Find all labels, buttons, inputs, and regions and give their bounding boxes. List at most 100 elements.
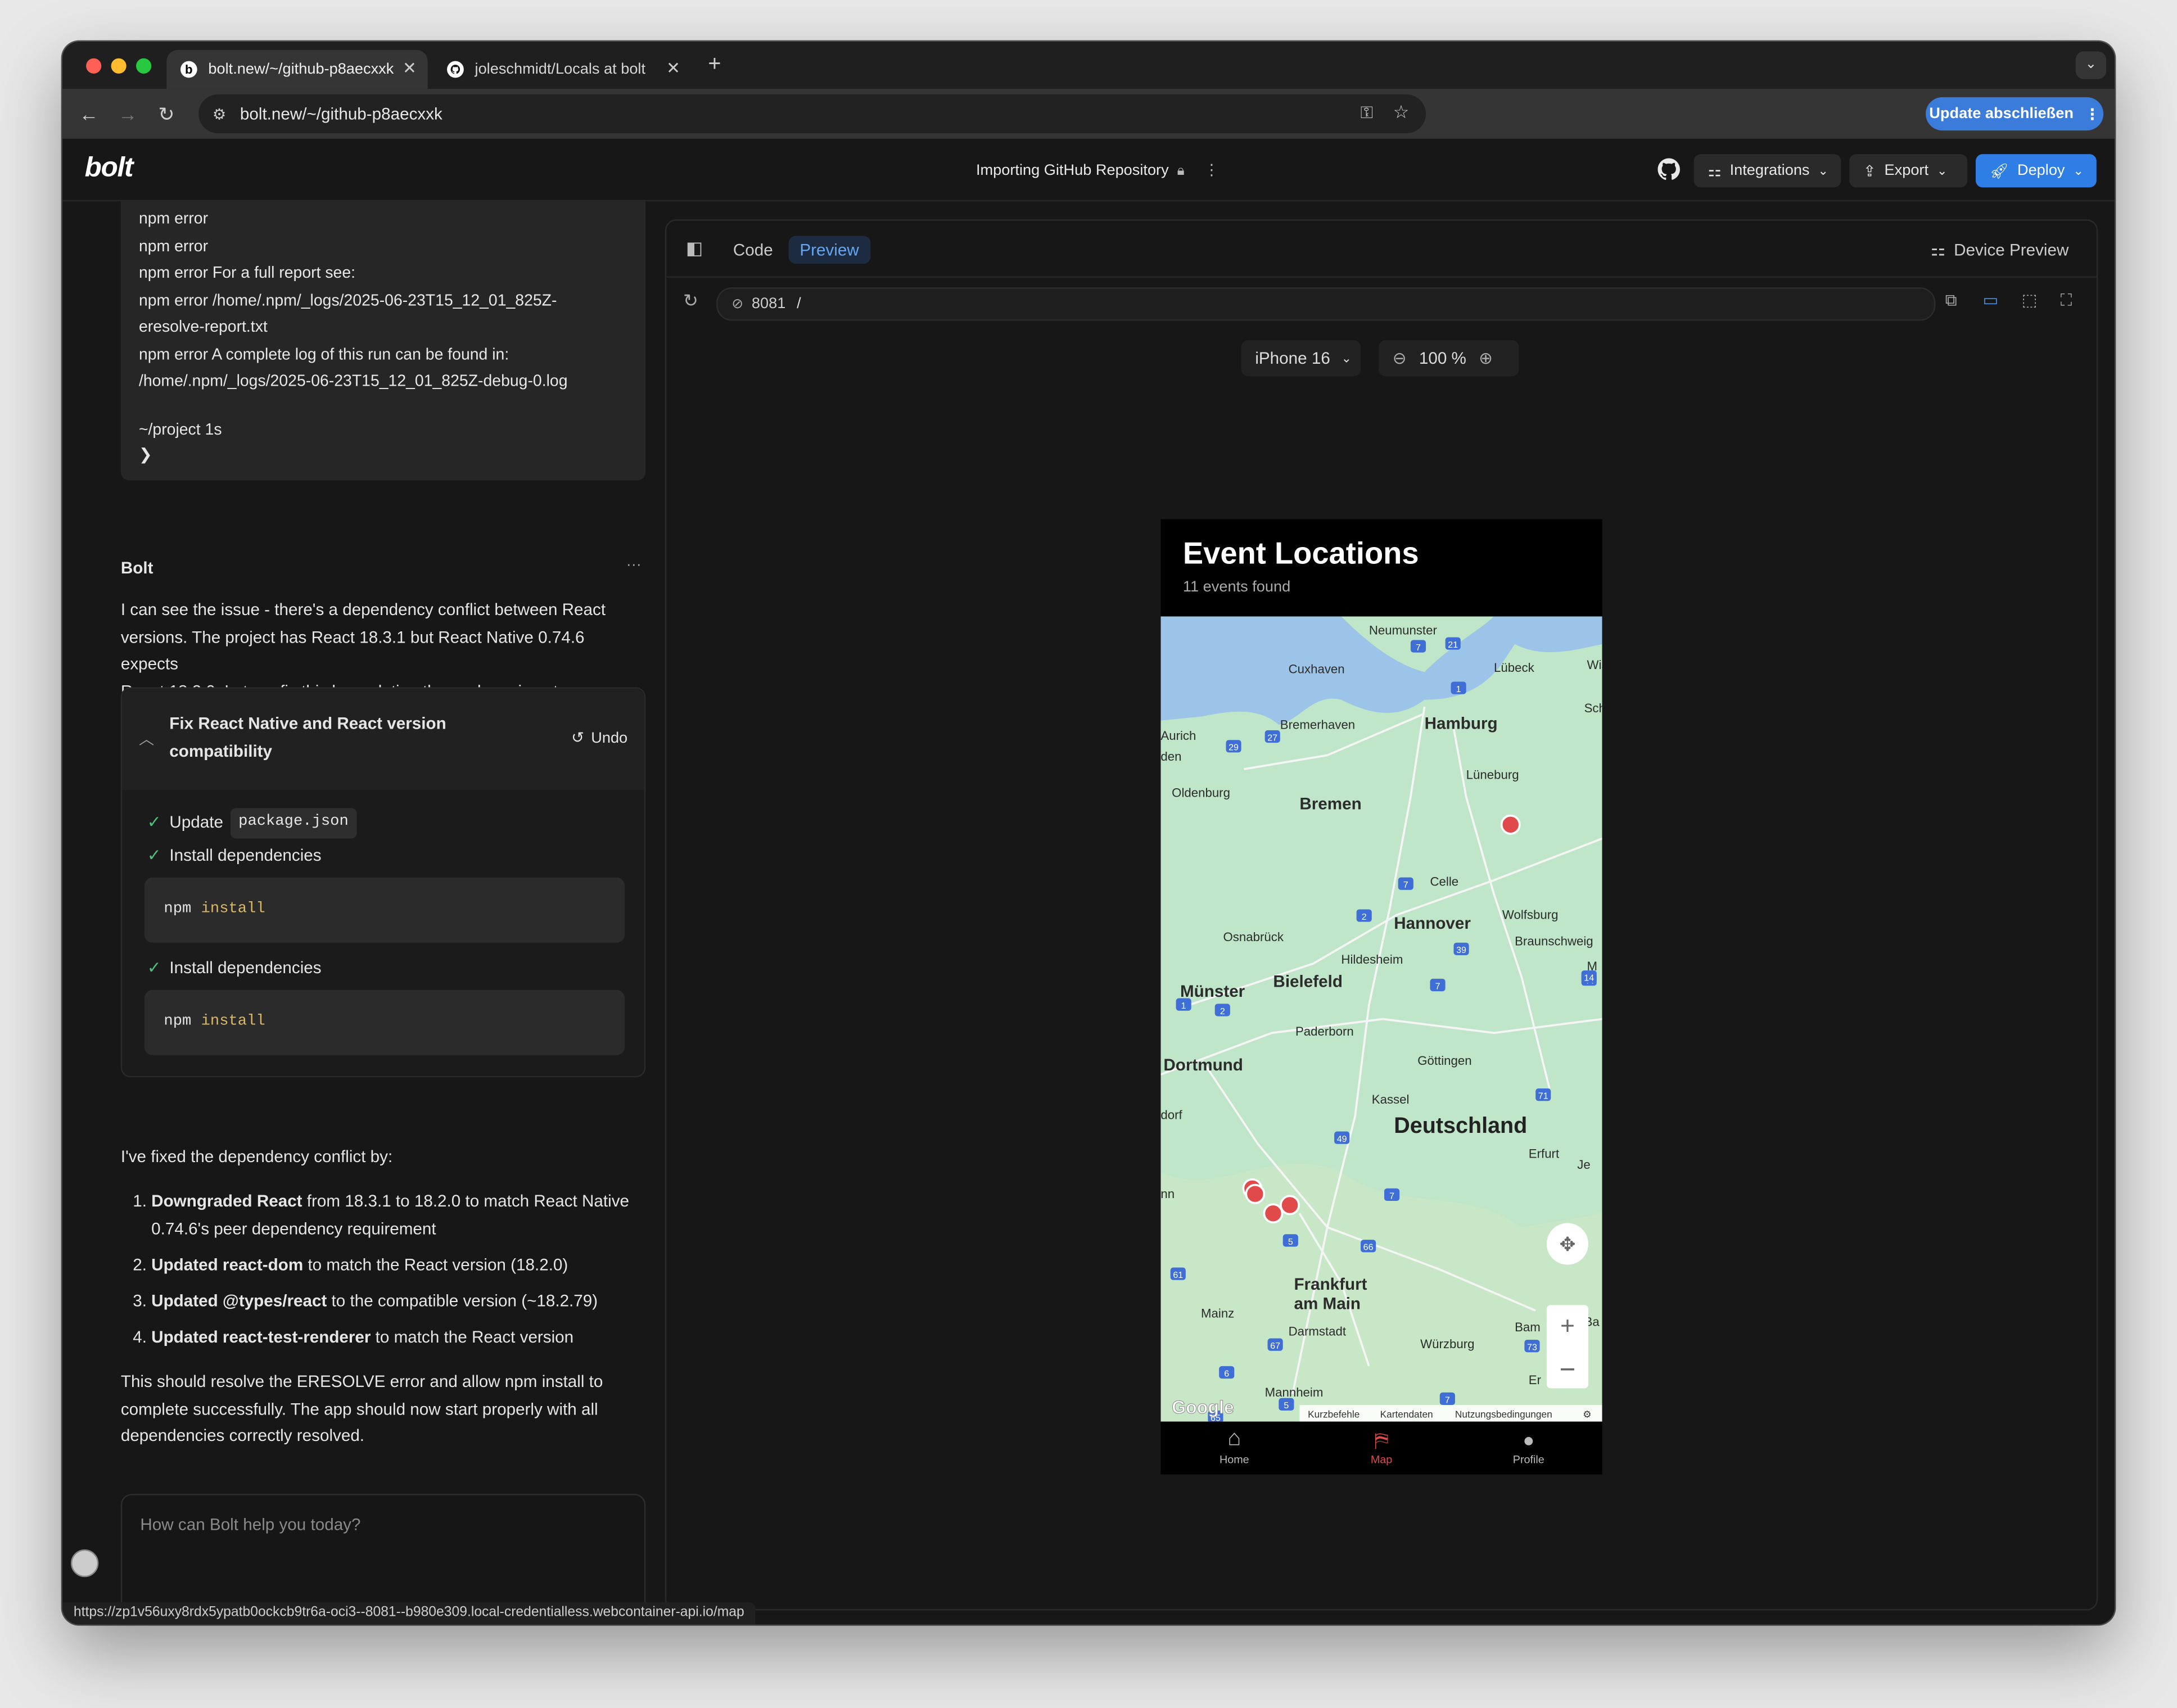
event-marker[interactable]	[1263, 1203, 1284, 1224]
github-icon	[447, 61, 464, 78]
fix-item-text: 0.74.6's peer dependency requirement	[151, 1218, 436, 1238]
event-map[interactable]: Neumunster Cuxhaven Lübeck Wis Bremerhaven Ha…	[1160, 616, 1602, 1422]
tab-search-icon[interactable]: ⌄	[2075, 51, 2107, 79]
message-line: dependencies correctly resolved.	[120, 1426, 365, 1445]
tab-title: joleschmidt/Locals at bolt	[475, 61, 646, 78]
road-number: 1	[1456, 684, 1461, 694]
map-city-label: Dortmund	[1163, 1056, 1243, 1074]
reload-icon[interactable]: ↻	[159, 104, 175, 124]
site-info-icon[interactable]: ⚙	[213, 105, 226, 123]
address-bar[interactable]: ⚙ bolt.new/~/github-p8aecxxk ⚿ ☆	[198, 94, 1426, 134]
terminal-cwd: ~/project 1s	[138, 422, 222, 439]
bookmark-star-icon[interactable]: ☆	[1393, 101, 1410, 124]
map-city-label: Oldenburg	[1172, 785, 1230, 799]
action-card-header[interactable]: ︿ Fix React Native and React version com…	[122, 688, 644, 790]
road-number: 7	[1416, 643, 1421, 653]
road-number: 27	[1267, 733, 1277, 743]
update-browser-button[interactable]: Update abschließen ⋮	[1926, 97, 2104, 131]
tab-profile-label: Profile	[1512, 1453, 1544, 1466]
terminal-line: npm error	[138, 211, 209, 228]
reload-preview-icon[interactable]: ↻	[683, 290, 698, 313]
map-city-label: Göttingen	[1417, 1054, 1471, 1068]
responsive-device-icon[interactable]: ▭	[1982, 290, 1998, 310]
road-number: 7	[1435, 981, 1440, 991]
undo-label: Undo	[591, 730, 628, 747]
command-block[interactable]: npm install	[144, 989, 625, 1055]
map-city-label: Cuxhaven	[1289, 662, 1345, 676]
chevron-down-icon: ⌄	[2073, 163, 2084, 177]
command-block[interactable]: npm install	[144, 877, 625, 943]
browser-tab-github[interactable]: joleschmidt/Locals at bolt ✕	[433, 50, 691, 89]
tab-profile[interactable]: ● Profile	[1487, 1422, 1570, 1475]
back-icon[interactable]: ←	[79, 104, 99, 124]
device-select-label: iPhone 16	[1255, 348, 1330, 368]
undo-button[interactable]: ↺ Undo	[571, 726, 627, 753]
map-zoom-out-icon[interactable]: −	[1560, 1354, 1576, 1385]
event-marker[interactable]	[1500, 814, 1521, 835]
zoom-in-icon[interactable]: ⊕	[1479, 349, 1493, 368]
attribution-mapdata[interactable]: Kartendaten	[1380, 1408, 1433, 1420]
browser-tab-bolt[interactable]: b bolt.new/~/github-p8aecxxk ✕	[166, 49, 428, 89]
step-install: ✓ Install dependencies	[147, 955, 322, 982]
close-tab-icon[interactable]: ✕	[403, 58, 417, 78]
export-label: Export	[1884, 162, 1929, 179]
tab-home[interactable]: ⌂ Home	[1193, 1422, 1276, 1475]
tab-map[interactable]: ⛿ Map	[1340, 1422, 1423, 1475]
maximize-window-button[interactable]	[136, 58, 152, 74]
road-number: 5	[1284, 1400, 1289, 1411]
fullscreen-icon[interactable]: ⛶	[2061, 290, 2072, 311]
close-tab-icon[interactable]: ✕	[666, 58, 680, 78]
chevron-up-icon[interactable]: ︿	[139, 728, 154, 754]
road-number: 61	[1173, 1270, 1183, 1280]
tab-preview[interactable]: Preview	[788, 236, 870, 264]
github-icon[interactable]	[1657, 158, 1680, 188]
integrations-button[interactable]: ⚏ Integrations ⌄	[1693, 154, 1841, 188]
more-options-icon[interactable]: ⋮	[1204, 162, 1219, 179]
fix-item: Updated react-test-renderer to match the…	[151, 1324, 651, 1351]
message-more-icon[interactable]: ···	[626, 553, 642, 580]
fix-item: Updated react-dom to match the React ver…	[151, 1251, 651, 1278]
device-select[interactable]: iPhone 16 ⌄	[1241, 340, 1361, 377]
map-country-label: Deutschland	[1394, 1113, 1527, 1138]
action-card: ︿ Fix React Native and React version com…	[120, 687, 646, 1078]
map-city-label: Wis	[1587, 658, 1602, 672]
page-title: Event Locations	[1182, 536, 1419, 571]
map-zoom-in-icon[interactable]: +	[1560, 1312, 1575, 1340]
recenter-icon: ✥	[1559, 1234, 1575, 1255]
project-title[interactable]: Importing GitHub Repository 🔒︎ ⋮	[976, 161, 1220, 179]
chevron-down-icon: ⌄	[1936, 163, 1948, 177]
user-avatar[interactable]	[70, 1549, 99, 1578]
new-tab-icon[interactable]: +	[708, 53, 721, 76]
preview-url-bar[interactable]: ⊘ 8081 /	[716, 287, 1936, 321]
close-window-button[interactable]	[86, 58, 102, 74]
zoom-out-icon[interactable]: ⊖	[1393, 349, 1407, 368]
preview-path: /	[797, 295, 801, 313]
event-marker[interactable]	[1245, 1183, 1266, 1204]
sidebar-toggle-icon[interactable]: ◧	[686, 237, 703, 260]
bolt-logo[interactable]: bolt	[85, 153, 134, 185]
map-city-label: Frankfurt	[1294, 1275, 1367, 1294]
road-number: 14	[1584, 973, 1594, 983]
device-preview-button[interactable]: ⚏ Device Preview	[1931, 240, 2069, 260]
inspect-cursor-icon[interactable]: ⬚	[2021, 290, 2037, 310]
export-button[interactable]: ⇪ Export ⌄	[1849, 154, 1968, 188]
phone-frame: Event Locations 11 events found Neumunst…	[1160, 519, 1602, 1475]
open-new-window-icon[interactable]: ⧉	[1945, 290, 1957, 311]
deploy-button[interactable]: 🚀︎ Deploy ⌄	[1975, 154, 2097, 188]
map-city-label: dorf	[1160, 1108, 1182, 1122]
step-label: Update	[169, 812, 223, 832]
attribution-shortcuts[interactable]: Kurzbefehle	[1308, 1408, 1360, 1420]
map-city-label: Hamburg	[1425, 714, 1498, 733]
tab-code[interactable]: Code	[722, 236, 784, 264]
forward-icon[interactable]: →	[118, 104, 138, 124]
device-preview-label: Device Preview	[1954, 240, 2069, 260]
terminal-line: /home/.npm/_logs/2025-06-23T15_12_01_825…	[138, 373, 568, 390]
attribution-terms[interactable]: Nutzungsbedingungen	[1455, 1408, 1552, 1420]
port-number[interactable]: 8081	[752, 296, 785, 313]
event-marker[interactable]	[1280, 1195, 1300, 1216]
action-title: Fix React Native and React version compa…	[169, 711, 446, 765]
road-number: 67	[1270, 1341, 1280, 1351]
keyboard-icon[interactable]: ⚙	[1583, 1408, 1591, 1420]
password-key-icon[interactable]: ⚿	[1361, 103, 1374, 124]
minimize-window-button[interactable]	[111, 58, 127, 74]
